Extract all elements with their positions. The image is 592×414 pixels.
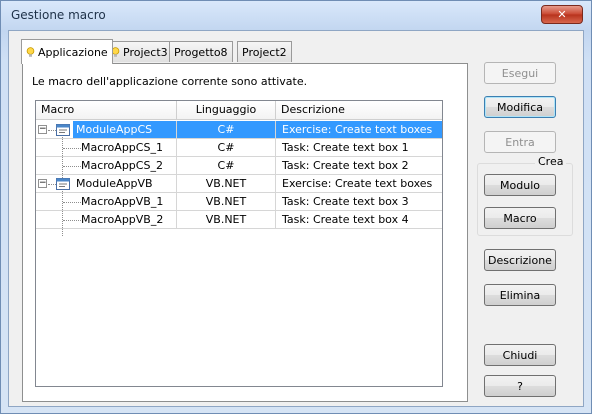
tab-label: Applicazione	[38, 45, 108, 59]
column-header-linguaggio[interactable]: Linguaggio	[177, 101, 276, 120]
close-icon: ✕	[557, 8, 567, 21]
tab-progetto8[interactable]: Progetto8	[169, 41, 233, 62]
language-cell: C#	[177, 121, 276, 139]
macro-name: MacroAppCS_2	[81, 159, 163, 172]
language-cell: C#	[177, 139, 276, 157]
tree-line	[63, 202, 81, 203]
tree-line	[63, 148, 81, 149]
macro-cell: MacroAppVB_2	[36, 211, 177, 229]
info-text: Le macro dell'applicazione corrente sono…	[32, 75, 308, 88]
esegui-button[interactable]: Esegui	[484, 62, 556, 84]
column-header-macro[interactable]: Macro	[36, 101, 177, 120]
macro-manager-window: Gestione macro ✕ Applicazione Project3 P…	[0, 0, 592, 414]
macro-name: ModuleAppVB	[76, 177, 153, 190]
crea-group-label: Crea	[535, 155, 567, 168]
tab-panel: Le macro dell'applicazione corrente sono…	[22, 63, 468, 402]
title-bar[interactable]: Gestione macro ✕	[1, 1, 591, 31]
module-icon	[56, 124, 70, 136]
button-label: Esegui	[501, 66, 539, 80]
button-label: Descrizione	[488, 253, 552, 267]
modulo-button[interactable]: Modulo	[484, 174, 556, 196]
button-label: Modulo	[500, 178, 540, 192]
tree-line	[63, 220, 81, 221]
tab-label: Project2	[242, 45, 287, 59]
help-button[interactable]: ?	[484, 375, 556, 397]
language-cell: VB.NET	[177, 211, 276, 229]
table-row[interactable]: MacroAppVB_2 VB.NET Task: Create text bo…	[36, 211, 442, 229]
collapse-toggle-icon[interactable]: −	[38, 125, 47, 134]
table-row[interactable]: MacroAppCS_1 C# Task: Create text box 1	[36, 139, 442, 157]
description-cell: Task: Create text box 2	[276, 157, 442, 175]
module-icon	[56, 178, 70, 190]
language-cell: VB.NET	[177, 175, 276, 193]
description-cell: Task: Create text box 3	[276, 193, 442, 211]
button-label: Entra	[505, 135, 535, 149]
macro-button[interactable]: Macro	[484, 207, 556, 229]
macro-name: MacroAppCS_1	[81, 141, 163, 154]
language-cell: C#	[177, 157, 276, 175]
button-label: Modifica	[497, 100, 543, 114]
table-row[interactable]: − ModuleAppCS C# Exercise: Create text b…	[36, 121, 442, 139]
button-label: Chiudi	[502, 348, 538, 362]
macro-cell: − ModuleAppVB	[36, 175, 177, 193]
lightbulb-icon	[26, 46, 35, 57]
tree-line	[63, 166, 81, 167]
macro-cell: MacroAppVB_1	[36, 193, 177, 211]
tab-project2[interactable]: Project2	[237, 41, 292, 62]
entra-button[interactable]: Entra	[484, 131, 556, 153]
elimina-button[interactable]: Elimina	[484, 284, 556, 306]
button-label: Macro	[503, 211, 537, 225]
button-label: ?	[517, 379, 523, 393]
collapse-toggle-icon[interactable]: −	[38, 179, 47, 188]
macro-name: MacroAppVB_1	[81, 195, 164, 208]
tab-applicazione[interactable]: Applicazione	[21, 39, 113, 64]
description-cell: Exercise: Create text boxes	[276, 121, 442, 139]
window-title: Gestione macro	[11, 8, 106, 22]
macro-name: ModuleAppCS	[73, 121, 176, 138]
column-header-descrizione[interactable]: Descrizione	[276, 101, 442, 120]
chiudi-button[interactable]: Chiudi	[484, 344, 556, 366]
description-cell: Task: Create text box 4	[276, 211, 442, 229]
macro-name: MacroAppVB_2	[81, 213, 164, 226]
macro-cell: MacroAppCS_1	[36, 139, 177, 157]
description-cell: Exercise: Create text boxes	[276, 175, 442, 193]
table-row[interactable]: − ModuleAppVB VB.NET Exercise: Create te…	[36, 175, 442, 193]
tree-line	[48, 130, 56, 131]
tab-label: Project3	[123, 45, 168, 59]
macro-tree-grid[interactable]: Macro Linguaggio Descrizione − ModuleApp…	[35, 100, 443, 387]
table-row[interactable]: MacroAppVB_1 VB.NET Task: Create text bo…	[36, 193, 442, 211]
tab-label: Progetto8	[174, 45, 228, 59]
description-cell: Task: Create text box 1	[276, 139, 442, 157]
macro-cell: − ModuleAppCS	[36, 121, 177, 139]
close-button[interactable]: ✕	[541, 5, 583, 24]
descrizione-button[interactable]: Descrizione	[484, 249, 556, 271]
button-label: Elimina	[499, 288, 541, 302]
macro-cell: MacroAppCS_2	[36, 157, 177, 175]
dialog-client-area: Applicazione Project3 Progetto8 Project2…	[8, 30, 584, 407]
table-row[interactable]: MacroAppCS_2 C# Task: Create text box 2	[36, 157, 442, 175]
language-cell: VB.NET	[177, 193, 276, 211]
tree-line	[48, 184, 56, 185]
modifica-button[interactable]: Modifica	[484, 96, 556, 118]
tab-project3[interactable]: Project3	[106, 41, 173, 62]
